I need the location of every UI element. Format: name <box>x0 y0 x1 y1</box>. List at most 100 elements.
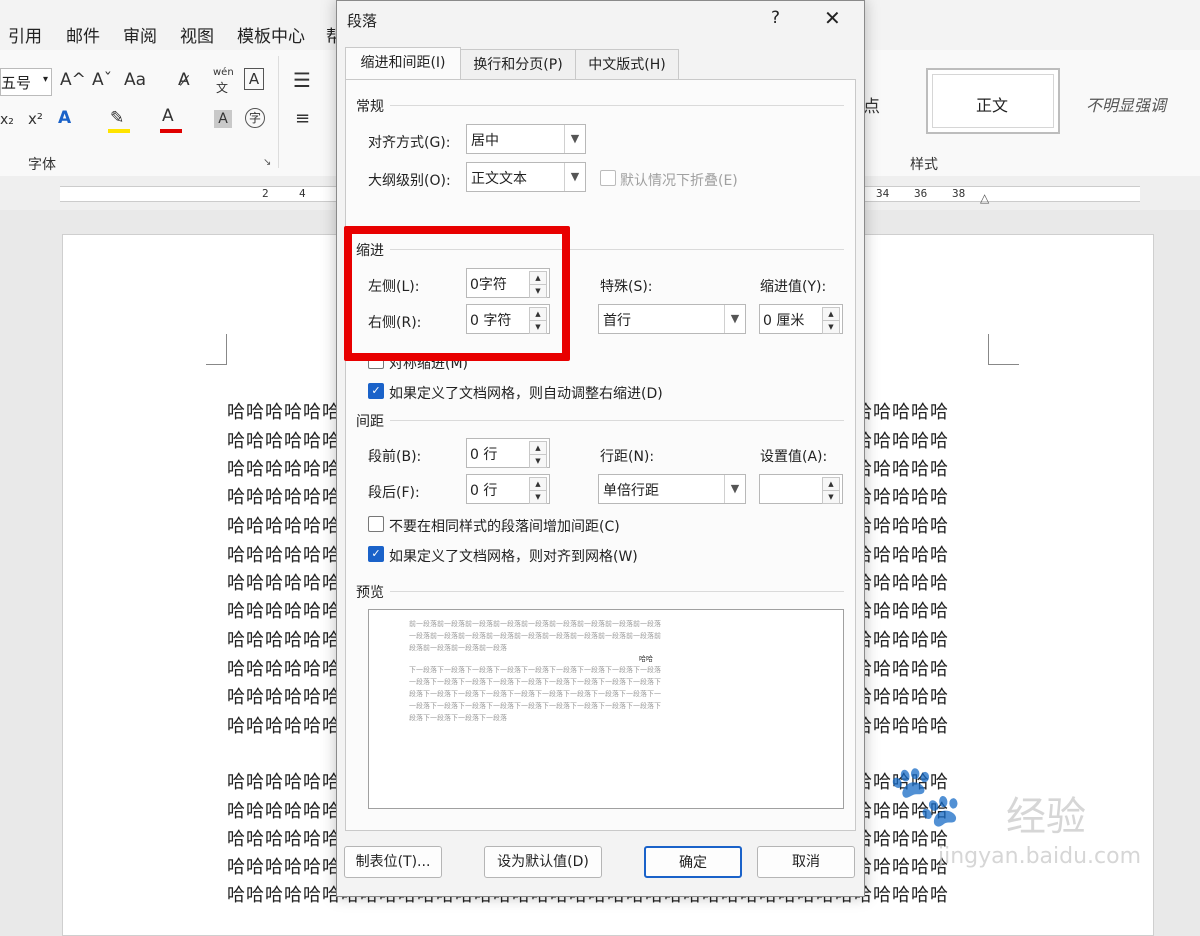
spin-down-icon[interactable]: ▼ <box>822 490 840 504</box>
spin-down-icon[interactable]: ▼ <box>529 454 547 468</box>
line-spacing-select[interactable]: 单倍行距 ▼ <box>598 474 746 504</box>
margin-mark-left <box>206 334 227 365</box>
phonetic-guide-bottom[interactable]: 文 <box>216 79 228 96</box>
phonetic-guide-top[interactable]: wén <box>213 67 234 78</box>
tab-references[interactable]: 引用 <box>8 22 42 47</box>
outline-level-select[interactable]: 正文文本 ▼ <box>466 162 586 192</box>
spin-down-icon[interactable]: ▼ <box>529 490 547 504</box>
preview-sample-text: 哈哈 <box>639 655 653 663</box>
indent-marker-icon[interactable]: △ <box>980 191 989 205</box>
preview-next-line: 下一段落下一段落下一段落下一段落下一段落下一段落下一段落下一段落下一段落 <box>409 666 661 674</box>
section-divider <box>390 420 844 421</box>
spin-up-icon[interactable]: ▲ <box>822 477 840 491</box>
group-divider <box>278 56 279 168</box>
font-size-value: 五号 <box>1 74 32 92</box>
char-shading-icon[interactable]: A <box>214 110 232 128</box>
space-before-value: 0 行 <box>470 447 498 463</box>
watermark-brand: 经验 <box>1006 794 1086 840</box>
grow-font-button[interactable]: A^ <box>60 70 86 90</box>
indent-by-input[interactable]: 0 厘米 ▲ ▼ <box>759 304 843 334</box>
alignment-label: 对齐方式(G): <box>368 135 451 151</box>
section-divider <box>390 591 844 592</box>
preview-next-line: 一段落下一段落下一段落下一段落下一段落下一段落下一段落下一段落下一段落下 <box>409 702 661 710</box>
tab-line-page-breaks[interactable]: 换行和分页(P) <box>460 49 576 80</box>
space-before-input[interactable]: 0 行 ▲ ▼ <box>466 438 550 468</box>
preview-next-line: 段落下一段落下一段落下一段落 <box>409 714 507 722</box>
ruler-number: 36 <box>914 187 928 200</box>
watermark: 🐾 经验 jingyan.baidu.com <box>888 760 1178 880</box>
space-before-label: 段前(B): <box>368 449 422 465</box>
ruler-number: 34 <box>876 187 890 200</box>
tab-review[interactable]: 审阅 <box>123 22 157 47</box>
dialog-launcher-icon[interactable]: ↘ <box>263 157 271 168</box>
spin-down-icon[interactable]: ▼ <box>822 320 840 334</box>
collapse-checkbox[interactable] <box>600 170 616 186</box>
snap-to-grid-label: 如果定义了文档网格，则对齐到网格(W) <box>389 549 638 565</box>
auto-adjust-checkbox[interactable]: ✓ <box>368 383 384 399</box>
tab-template-center[interactable]: 模板中心 <box>237 22 305 47</box>
no-space-same-style-checkbox[interactable] <box>368 516 384 532</box>
alignment-select[interactable]: 居中 ▼ <box>466 124 586 154</box>
highlight-color-bar <box>108 129 130 133</box>
preview-next-line: 段落下一段落下一段落下一段落下一段落下一段落下一段落下一段落下一段落下一 <box>409 690 661 698</box>
ruler-number: 4 <box>299 187 306 200</box>
line-spacing-label: 行距(N): <box>600 449 655 465</box>
snap-to-grid-checkbox[interactable]: ✓ <box>368 546 384 562</box>
set-default-button[interactable]: 设为默认值(D) <box>484 846 602 878</box>
highlighter-icon[interactable]: ✎ <box>110 108 124 128</box>
auto-adjust-label: 如果定义了文档网格，则自动调整右缩进(D) <box>389 386 663 402</box>
ok-button[interactable]: 确定 <box>644 846 742 878</box>
enclose-char-icon[interactable]: 字 <box>245 108 265 128</box>
font-color-icon[interactable]: A <box>162 106 174 126</box>
tab-mailings[interactable]: 邮件 <box>66 22 100 47</box>
section-preview: 预览 <box>356 585 384 601</box>
chevron-down-icon: ▼ <box>724 305 745 333</box>
dialog-title: 段落 <box>347 12 378 30</box>
ruler-number: 38 <box>952 187 966 200</box>
preview-box: 前一段落前一段落前一段落前一段落前一段落前一段落前一段落前一段落前一段落 一段落… <box>368 609 844 809</box>
spin-up-icon[interactable]: ▲ <box>529 477 547 491</box>
style-normal-label: 正文 <box>976 96 1009 115</box>
chevron-down-icon: ▼ <box>564 125 585 153</box>
style-subtle-label[interactable]: 不明显强调 <box>1086 92 1166 116</box>
space-after-input[interactable]: 0 行 ▲ ▼ <box>466 474 550 504</box>
tab-view[interactable]: 视图 <box>180 22 214 47</box>
no-space-same-style-label: 不要在相同样式的段落间增加间距(C) <box>389 519 620 535</box>
preview-prev-line: 段落前一段落前一段落前一段落 <box>409 644 507 652</box>
special-indent-select[interactable]: 首行 ▼ <box>598 304 746 334</box>
space-after-value: 0 行 <box>470 483 498 499</box>
special-indent-value: 首行 <box>603 313 631 329</box>
style-partial[interactable]: 点 <box>863 92 880 117</box>
font-size-combo[interactable]: 五号 ▾ <box>0 68 52 96</box>
font-color-bar <box>160 129 182 133</box>
tab-asian-typography[interactable]: 中文版式(H) <box>575 49 679 80</box>
margin-mark-right <box>988 334 1019 365</box>
spacing-at-label: 设置值(A): <box>760 449 828 465</box>
line-spacing-value: 单倍行距 <box>603 483 659 499</box>
outline-level-value: 正文文本 <box>471 171 527 187</box>
char-border-icon[interactable]: A <box>244 68 264 90</box>
shrink-font-button[interactable]: Aˇ <box>92 70 112 90</box>
align-left-icon[interactable]: ≡ <box>295 108 310 129</box>
change-case-button[interactable]: Aa <box>124 70 146 90</box>
bullets-icon[interactable]: ☰ <box>293 68 311 92</box>
chevron-down-icon: ▼ <box>724 475 745 503</box>
clear-format-icon[interactable]: A̷ <box>178 70 190 90</box>
tab-indent-spacing[interactable]: 缩进和间距(I) <box>345 47 461 80</box>
text-effects-icon[interactable]: A <box>58 108 71 128</box>
section-general: 常规 <box>356 99 384 115</box>
close-icon[interactable]: ✕ <box>824 6 841 30</box>
outline-level-label: 大纲级别(O): <box>368 173 451 189</box>
cancel-button[interactable]: 取消 <box>757 846 855 878</box>
indent-by-value: 0 厘米 <box>763 313 805 329</box>
spin-up-icon[interactable]: ▲ <box>822 307 840 321</box>
tabs-button[interactable]: 制表位(T)... <box>344 846 442 878</box>
section-divider <box>390 105 844 106</box>
spin-up-icon[interactable]: ▲ <box>529 441 547 455</box>
subscript-icon[interactable]: x₂ <box>0 112 14 128</box>
spacing-at-input[interactable]: ▲ ▼ <box>759 474 843 504</box>
help-button[interactable]: ? <box>771 8 780 28</box>
superscript-icon[interactable]: x² <box>28 110 43 128</box>
alignment-value: 居中 <box>471 133 499 149</box>
style-normal-tile[interactable]: 正文 <box>926 68 1060 134</box>
